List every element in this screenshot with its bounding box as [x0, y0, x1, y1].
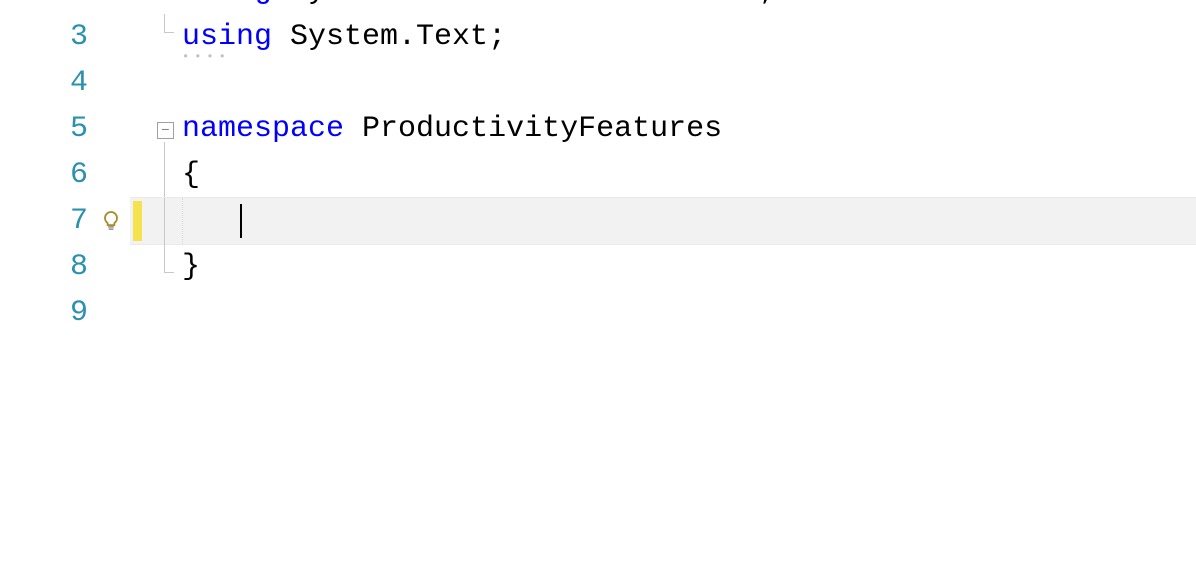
- code-editor-view[interactable]: using System.Collections.Generic; 3 usin…: [0, 0, 1196, 576]
- line-number: 4: [70, 60, 88, 106]
- gutter: 4: [0, 60, 130, 106]
- code-text-area[interactable]: [130, 290, 1196, 336]
- gutter: 9: [0, 290, 130, 336]
- token-keyword: using: [182, 0, 272, 8]
- code-line: 6 {: [0, 152, 1196, 198]
- line-number: 3: [70, 14, 88, 60]
- outline-guide: [164, 272, 174, 273]
- text-caret: [240, 204, 242, 238]
- outline-guide: [164, 244, 165, 272]
- code-text-area[interactable]: }: [130, 244, 1196, 290]
- gutter: 3: [0, 14, 130, 60]
- line-number: 6: [70, 152, 88, 198]
- code-text-area[interactable]: using System.Collections.Generic;: [130, 0, 1196, 14]
- token-brace: }: [182, 250, 200, 284]
- outline-guide: [164, 14, 165, 32]
- gutter: [0, 0, 130, 14]
- outline-guide: [164, 198, 165, 244]
- token-identifier: ProductivityFeatures: [362, 112, 722, 146]
- gutter: 7: [0, 198, 130, 244]
- token: System.Collections.Generic;: [290, 0, 776, 8]
- outline-guide: [164, 142, 165, 198]
- token-brace: {: [182, 158, 200, 192]
- indent-guide: [182, 198, 184, 244]
- code-line: 5 − namespace ProductivityFeatures: [0, 106, 1196, 152]
- code-text-area[interactable]: {: [130, 152, 1196, 198]
- token-keyword: namespace: [182, 112, 344, 146]
- outline-guide: [164, 32, 174, 33]
- code-line-current: 7: [0, 198, 1196, 244]
- line-number: 7: [70, 198, 88, 244]
- code-line: 9: [0, 290, 1196, 336]
- code-text-area[interactable]: [130, 60, 1196, 106]
- code-line: 8 }: [0, 244, 1196, 290]
- gutter: 8: [0, 244, 130, 290]
- line-number: 5: [70, 106, 88, 152]
- lightbulb-icon[interactable]: [99, 209, 123, 233]
- token: System.Text;: [290, 20, 506, 54]
- code-line: 3 using System.Text; ••••: [0, 14, 1196, 60]
- gutter: 5: [0, 106, 130, 152]
- code-text-area[interactable]: − namespace ProductivityFeatures: [130, 106, 1196, 152]
- code-text-area[interactable]: using System.Text; ••••: [130, 14, 1196, 60]
- line-number: 9: [70, 290, 88, 336]
- fold-toggle[interactable]: −: [157, 122, 174, 139]
- token-keyword: using: [182, 20, 272, 54]
- gutter: 6: [0, 152, 130, 198]
- line-number: 8: [70, 244, 88, 290]
- code-text-area[interactable]: [130, 198, 1196, 244]
- code-line: 4: [0, 60, 1196, 106]
- code-line: using System.Collections.Generic;: [0, 0, 1196, 14]
